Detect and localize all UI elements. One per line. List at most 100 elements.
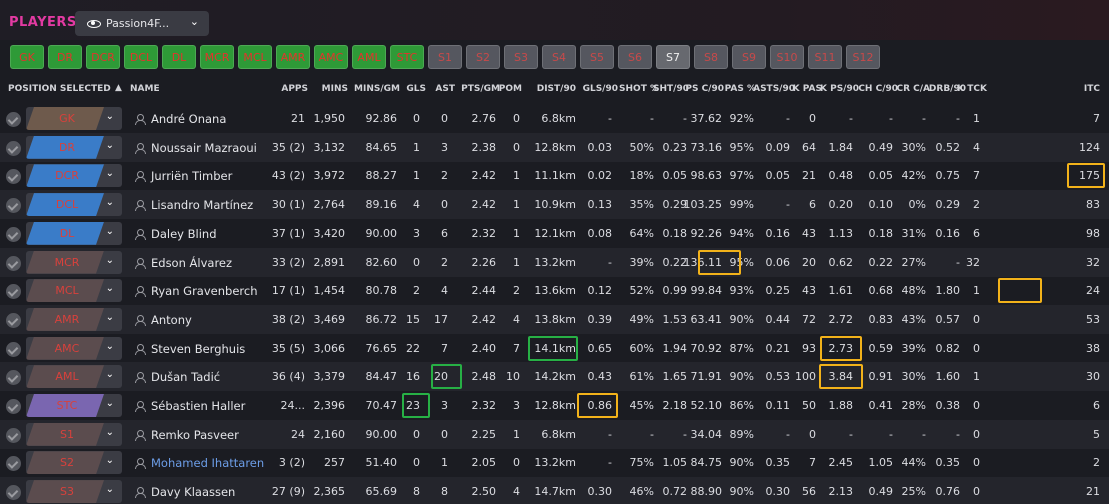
position-chip-s1[interactable]: S1 xyxy=(428,45,462,69)
table-row[interactable]: S3 ⌄ Davy Klaassen 27 (9) 2,365 65.69 8 8 2.50 4 1… xyxy=(0,477,1109,504)
position-dropdown[interactable]: STC ⌄ xyxy=(26,394,122,417)
position-chip-mcl[interactable]: MCL xyxy=(238,45,272,69)
position-chip-stc[interactable]: STC xyxy=(390,45,424,69)
player-name[interactable]: Dušan Tadić xyxy=(151,370,220,384)
player-name[interactable]: Remko Pasveer xyxy=(151,428,239,442)
select-check-icon[interactable] xyxy=(6,255,21,271)
position-dropdown[interactable]: DCR ⌄ xyxy=(26,164,122,188)
player-name[interactable]: Daley Blind xyxy=(151,227,217,241)
position-chip-dcl[interactable]: DCL xyxy=(124,45,158,69)
select-check-icon[interactable] xyxy=(6,370,21,386)
position-chip-s8[interactable]: S8 xyxy=(694,45,728,69)
column-header-gls[interactable]: GLS xyxy=(406,84,426,94)
position-dropdown[interactable]: MCR ⌄ xyxy=(26,250,122,274)
view-selector-button[interactable]: Passion4F... ⌄ xyxy=(75,11,209,36)
position-chip-s4[interactable]: S4 xyxy=(542,45,576,69)
column-header-cr-c-a[interactable]: CR C/A xyxy=(896,84,930,94)
position-chip-aml[interactable]: AML xyxy=(352,45,386,69)
player-name[interactable]: André Onana xyxy=(151,112,226,126)
position-chip-s7[interactable]: S7 xyxy=(656,45,690,69)
position-dropdown[interactable]: MCL ⌄ xyxy=(26,279,122,303)
column-header-k-pas[interactable]: K PAS xyxy=(793,84,822,94)
position-dropdown[interactable]: AML ⌄ xyxy=(26,365,122,389)
position-dropdown[interactable]: DL ⌄ xyxy=(26,221,122,245)
position-chip-gk[interactable]: GK xyxy=(10,45,44,69)
table-row[interactable]: DCL ⌄ Lisandro Martínez 30 (1) 2,764 89.16 4 0 2… xyxy=(0,190,1109,220)
player-name[interactable]: Mohamed Ihattaren xyxy=(151,456,264,470)
player-name[interactable]: Sébastien Haller xyxy=(151,399,245,413)
position-chip-amc[interactable]: AMC xyxy=(314,45,348,69)
player-name[interactable]: Ryan Gravenberch xyxy=(151,284,257,298)
column-header-ch-c-90[interactable]: CH C/90 xyxy=(858,84,898,94)
position-dropdown[interactable]: AMR ⌄ xyxy=(26,307,122,331)
select-check-icon[interactable] xyxy=(6,341,21,357)
table-row[interactable]: MCL ⌄ Ryan Gravenberch 17 (1) 1,454 80.78 2 4 2.… xyxy=(0,276,1109,305)
column-header-k-tck[interactable]: K TCK xyxy=(957,84,987,94)
position-dropdown[interactable]: S3 ⌄ xyxy=(26,480,122,504)
select-check-icon[interactable] xyxy=(6,312,21,328)
column-header-dist-90[interactable]: DIST/90 xyxy=(537,84,576,94)
player-name[interactable]: Davy Klaassen xyxy=(151,485,235,499)
player-name[interactable]: Lisandro Martínez xyxy=(151,198,253,212)
column-header-apps[interactable]: APPS xyxy=(281,84,308,94)
select-check-icon[interactable] xyxy=(6,226,21,242)
position-chip-s12[interactable]: S12 xyxy=(846,45,880,69)
position-dropdown[interactable]: GK ⌄ xyxy=(26,107,122,130)
position-chip-s6[interactable]: S6 xyxy=(618,45,652,69)
position-dropdown[interactable]: AMC ⌄ xyxy=(26,336,122,360)
column-header-position-selected[interactable]: POSITION SELECTED xyxy=(8,84,111,94)
player-name[interactable]: Noussair Mazraoui xyxy=(151,141,257,155)
table-row[interactable]: S2 ⌄ Mohamed Ihattaren 3 (2) 257 51.40 0 1 2.05 0… xyxy=(0,448,1109,477)
column-header-pom[interactable]: POM xyxy=(499,84,522,94)
position-chip-s9[interactable]: S9 xyxy=(732,45,766,69)
table-row[interactable]: AMR ⌄ Antony 38 (2) 3,469 86.72 15 17 2.42 4 13.8k… xyxy=(0,304,1109,334)
position-chip-s10[interactable]: S10 xyxy=(770,45,804,69)
column-header-pas-[interactable]: PAS % xyxy=(725,84,756,94)
column-header-mins[interactable]: MINS xyxy=(322,84,348,94)
player-name[interactable]: Jurriën Timber xyxy=(151,169,232,183)
player-name[interactable]: Edson Álvarez xyxy=(151,256,232,270)
position-chip-mcr[interactable]: MCR xyxy=(200,45,234,69)
column-header-mins-gm[interactable]: MINS/GM xyxy=(354,84,400,94)
column-header-ast[interactable]: AST xyxy=(435,84,455,94)
table-row[interactable]: STC ⌄ Sébastien Haller 24... 2,396 70.47 23 3 2.… xyxy=(0,391,1109,420)
select-check-icon[interactable] xyxy=(6,284,21,300)
column-header-sht-90[interactable]: SHT/90 xyxy=(653,84,689,94)
table-row[interactable]: DR ⌄ Noussair Mazraoui 35 (2) 3,132 84.65 1 3 2.… xyxy=(0,132,1109,162)
position-chip-s3[interactable]: S3 xyxy=(504,45,538,69)
position-chip-dcr[interactable]: DCR xyxy=(86,45,120,69)
table-row[interactable]: AML ⌄ Dušan Tadić 36 (4) 3,379 84.47 16 20 2.48 1… xyxy=(0,362,1109,392)
position-dropdown[interactable]: DCL ⌄ xyxy=(26,193,122,217)
position-chip-s5[interactable]: S5 xyxy=(580,45,614,69)
position-dropdown[interactable]: S1 ⌄ xyxy=(26,422,122,446)
table-row[interactable]: MCR ⌄ Edson Álvarez 33 (2) 2,891 82.60 0 2 2.26 1… xyxy=(0,247,1109,277)
column-header-name[interactable]: NAME xyxy=(130,84,160,94)
select-check-icon[interactable] xyxy=(6,456,21,472)
position-dropdown[interactable]: DR ⌄ xyxy=(26,135,122,159)
select-check-icon[interactable] xyxy=(6,140,21,156)
select-check-icon[interactable] xyxy=(6,198,21,214)
position-chip-dl[interactable]: DL xyxy=(162,45,196,69)
table-row[interactable]: GK ⌄ André Onana 21 1,950 92.86 0 0 2.76 0 6.8km - -… xyxy=(0,104,1109,133)
position-chip-amr[interactable]: AMR xyxy=(276,45,310,69)
select-check-icon[interactable] xyxy=(6,169,21,185)
table-row[interactable]: DCR ⌄ Jurriën Timber 43 (2) 3,972 88.27 1 2 2.42… xyxy=(0,161,1109,190)
column-header-itc[interactable]: ITC xyxy=(1084,84,1100,94)
column-header-gls-90[interactable]: GLS/90 xyxy=(583,84,618,94)
position-chip-s2[interactable]: S2 xyxy=(466,45,500,69)
player-name[interactable]: Steven Berghuis xyxy=(151,342,245,356)
column-header-pts-gm[interactable]: PTS/GM xyxy=(461,84,500,94)
position-chip-s11[interactable]: S11 xyxy=(808,45,842,69)
column-header-k-ps-90[interactable]: K PS/90 xyxy=(820,84,859,94)
player-name[interactable]: Antony xyxy=(151,313,192,327)
position-dropdown[interactable]: S2 ⌄ xyxy=(26,451,122,475)
column-header-ps-c-90[interactable]: PS C/90 xyxy=(685,84,724,94)
position-chip-dr[interactable]: DR xyxy=(48,45,82,69)
select-check-icon[interactable] xyxy=(6,399,21,414)
select-check-icon[interactable] xyxy=(6,427,21,443)
table-row[interactable]: DL ⌄ Daley Blind 37 (1) 3,420 90.00 3 6 2.32 1 12.… xyxy=(0,219,1109,248)
column-header-asts-90[interactable]: ASTS/90 xyxy=(753,84,795,94)
select-check-icon[interactable] xyxy=(6,485,21,501)
select-check-icon[interactable] xyxy=(6,112,21,127)
table-row[interactable]: S1 ⌄ Remko Pasveer 24 2,160 90.00 0 0 2.25 1 6.8km… xyxy=(0,419,1109,449)
